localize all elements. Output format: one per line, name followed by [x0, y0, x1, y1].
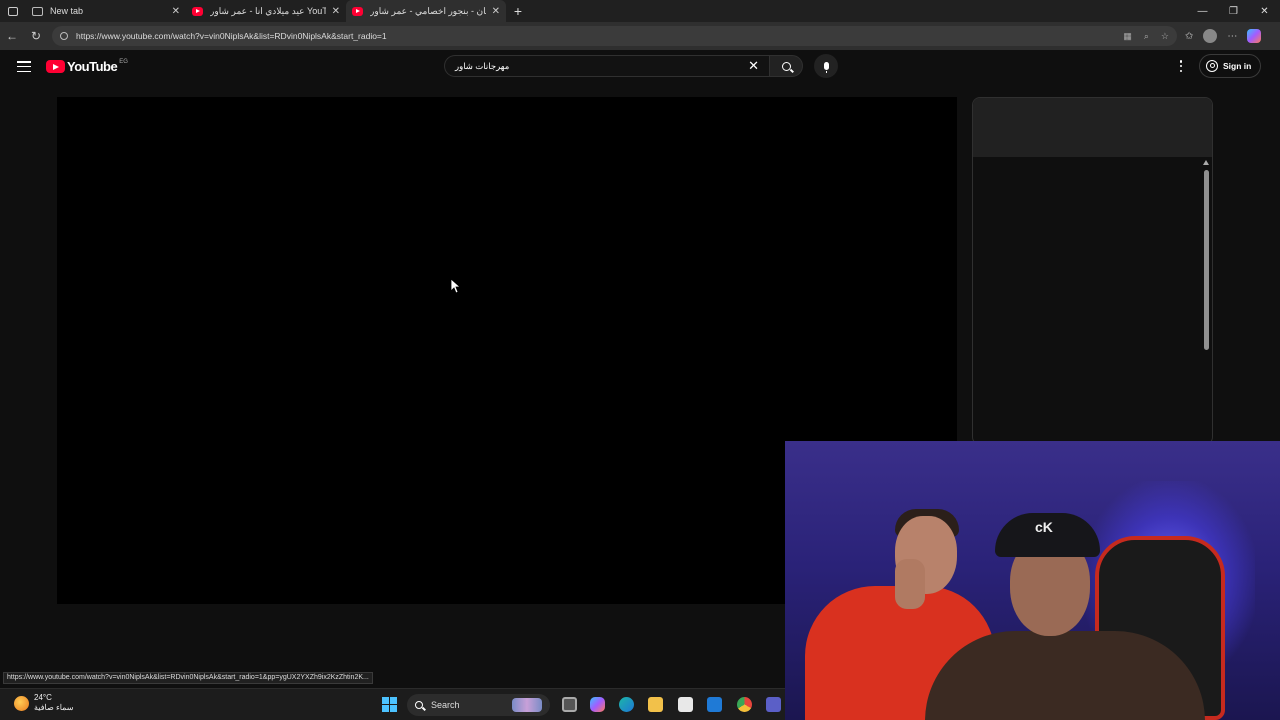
search-query: مهرجانات شاور — [455, 60, 510, 71]
weather-desc: سماء صافية — [34, 703, 74, 712]
tab-title: New tab — [50, 6, 84, 16]
link-preview-status: https://www.youtube.com/watch?v=vin0Nipl… — [3, 672, 373, 684]
search-input[interactable]: مهرجانات شاور ✕ — [444, 55, 769, 77]
zoom-icon[interactable]: ⌕ — [1144, 31, 1149, 42]
restore-button[interactable]: ❐ — [1218, 0, 1249, 22]
youtube-header: YouTube EG مهرجانات شاور ✕ Sign in — [0, 50, 1280, 84]
more-options-icon[interactable]: ⋯ — [1227, 31, 1237, 42]
tab-actions-menu[interactable] — [0, 0, 26, 22]
favorites-icon[interactable]: ✩ — [1185, 31, 1193, 42]
close-tab-button[interactable]: ✕ — [172, 6, 180, 17]
taskbar-search[interactable]: Search — [407, 694, 550, 716]
close-tab-button[interactable]: ✕ — [492, 6, 500, 17]
chrome-icon[interactable] — [737, 697, 752, 712]
youtube-logo[interactable]: YouTube EG — [46, 59, 128, 74]
browser-tab-youtube-birthday[interactable]: عيد ميلادي انا - عمر شاور YouTube ✕ — [186, 0, 346, 22]
scroll-up-arrow-icon[interactable] — [1203, 160, 1209, 165]
mail-icon[interactable] — [707, 697, 722, 712]
country-code: EG — [119, 58, 128, 65]
edge-icon[interactable] — [619, 697, 634, 712]
tab-title: عيد ميلادي انا - عمر شاور YouTube — [210, 5, 326, 16]
scrollbar-thumb[interactable] — [1204, 170, 1209, 350]
refresh-button[interactable]: ↻ — [24, 22, 48, 50]
file-explorer-icon[interactable] — [648, 697, 663, 712]
playlist-header — [973, 98, 1212, 157]
clear-search-icon[interactable]: ✕ — [748, 58, 759, 74]
sign-in-label: Sign in — [1223, 61, 1252, 71]
account-icon — [1206, 60, 1218, 72]
playlist-scrollbar[interactable] — [1203, 160, 1209, 350]
person-right-shirt — [925, 631, 1205, 720]
voice-search-button[interactable] — [814, 54, 838, 78]
browser-toolbar: ← ↻ https://www.youtube.com/watch?v=vin0… — [0, 22, 1280, 50]
weather-sun-icon — [14, 695, 29, 711]
new-tab-button[interactable]: + — [506, 3, 530, 19]
webcam-overlay: cK — [785, 441, 1280, 720]
search-highlight-icon — [512, 698, 542, 712]
address-bar-actions: ▦ ⌕ ☆ — [1123, 31, 1169, 42]
new-tab-icon — [32, 6, 43, 16]
microphone-icon — [823, 62, 829, 73]
search-icon — [415, 701, 423, 709]
playlist-panel — [972, 97, 1213, 445]
cap-logo-icon: cK — [1035, 519, 1053, 535]
search-bar: مهرجانات شاور ✕ — [444, 55, 803, 77]
address-bar[interactable]: https://www.youtube.com/watch?v=vin0Nipl… — [52, 26, 1177, 46]
teams-icon[interactable] — [766, 697, 781, 712]
browser-tab-strip: New tab ✕ عيد ميلادي انا - عمر شاور YouT… — [0, 0, 1280, 22]
settings-menu-icon[interactable] — [1179, 60, 1183, 72]
youtube-favicon — [192, 6, 203, 16]
search-icon — [781, 61, 791, 71]
task-view-icon[interactable] — [562, 697, 577, 712]
screen: New tab ✕ عيد ميلادي انا - عمر شاور YouT… — [0, 0, 1280, 720]
search-button[interactable] — [769, 55, 803, 77]
youtube-wordmark: YouTube — [67, 59, 118, 74]
close-window-button[interactable]: ✕ — [1249, 0, 1280, 22]
minimize-button[interactable]: — — [1187, 0, 1218, 22]
weather-widget[interactable]: 24°C سماء صافية — [14, 693, 74, 713]
sign-in-button[interactable]: Sign in — [1199, 54, 1262, 78]
browser-extra-toolbar: ✩ ⋯ — [1185, 29, 1262, 43]
app-available-icon[interactable]: ▦ — [1123, 31, 1132, 42]
tab-actions-icon — [8, 6, 18, 16]
browser-tab-new-tab[interactable]: New tab ✕ — [26, 0, 186, 22]
person-left-hand — [895, 559, 925, 609]
copilot-icon[interactable] — [590, 697, 605, 712]
store-icon[interactable] — [678, 697, 693, 712]
tab-title: مهرجان - بنجور اخصامي - عمر شاور — [370, 5, 486, 16]
url-text: https://www.youtube.com/watch?v=vin0Nipl… — [76, 31, 387, 41]
copilot-icon[interactable] — [1247, 29, 1262, 43]
back-button[interactable]: ← — [0, 22, 24, 50]
youtube-play-icon — [46, 60, 65, 73]
window-controls: — ❐ ✕ — [1187, 0, 1280, 22]
close-tab-button[interactable]: ✕ — [332, 6, 340, 17]
windows-start-icon[interactable] — [382, 697, 397, 712]
favorite-star-icon[interactable]: ☆ — [1161, 31, 1169, 42]
profile-avatar[interactable] — [1203, 29, 1218, 43]
browser-tab-youtube-current[interactable]: مهرجان - بنجور اخصامي - عمر شاور ✕ — [346, 0, 506, 22]
weather-temp: 24°C — [34, 693, 52, 702]
taskbar-search-label: Search — [431, 700, 460, 710]
site-info-icon[interactable] — [60, 32, 68, 40]
youtube-favicon — [352, 6, 363, 16]
guide-menu-icon[interactable] — [17, 61, 31, 72]
